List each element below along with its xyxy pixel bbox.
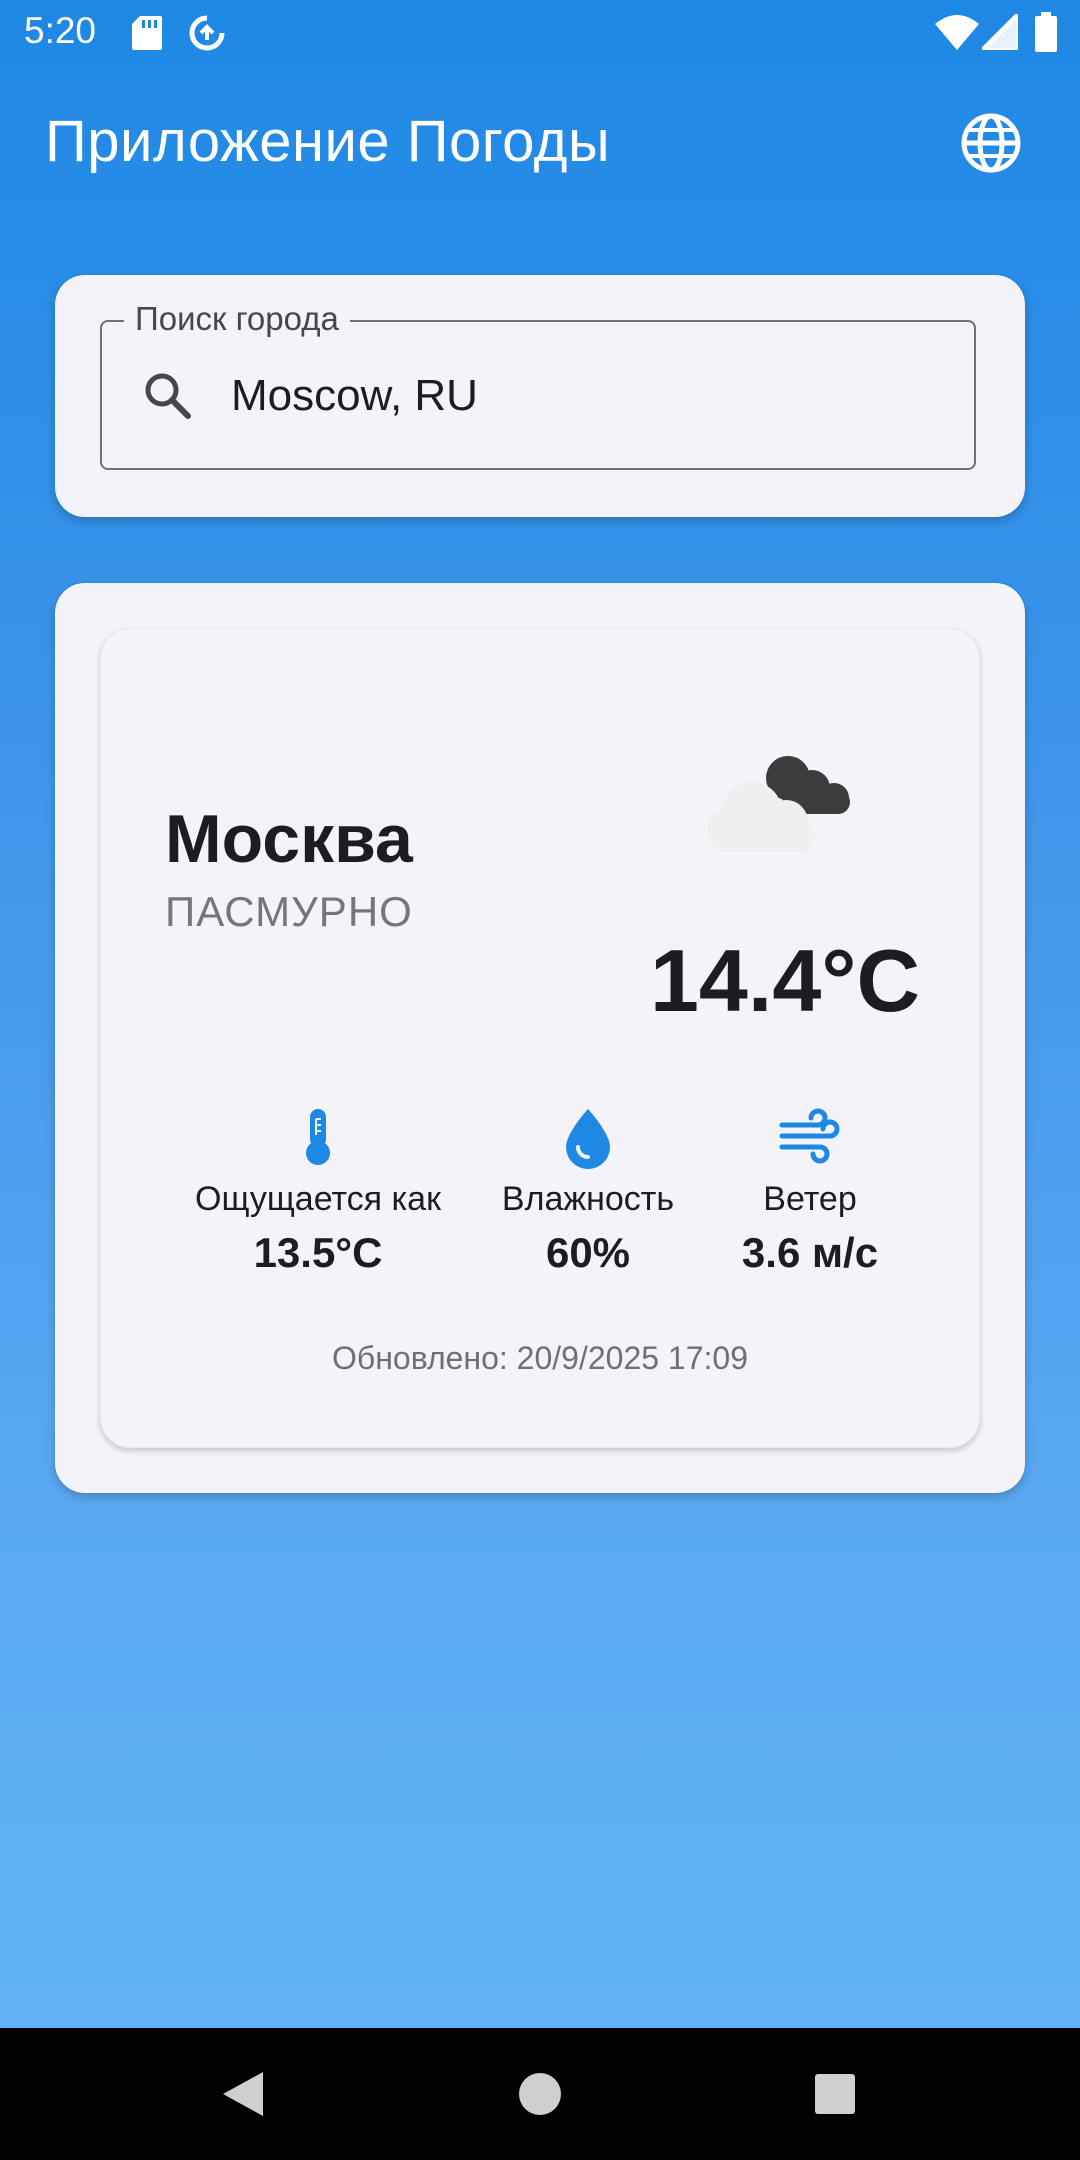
updated-timestamp: Обновлено: 20/9/2025 17:09 [332,1340,748,1376]
metric-label: Ощущается как [195,1180,441,1218]
wind-icon [779,1108,840,1164]
temperature: 14.4°C [649,931,920,1030]
weather-condition: ПАСМУРНО [165,888,413,935]
globe-icon[interactable] [960,112,1022,174]
recents-icon[interactable] [805,2064,865,2124]
metric-label: Ветер [763,1180,857,1218]
navigation-bar [0,2028,1080,2160]
metric-wind: Ветер 3.6 м/с [680,1105,940,1277]
status-bar: 5:20 [0,0,1080,66]
home-icon[interactable] [510,2064,570,2124]
data-saver-icon [189,15,225,51]
metric-label: Влажность [501,1180,675,1218]
metric-value: 60% [545,1229,631,1276]
city-name: Москва [165,801,413,877]
app-screen: 5:20 Приложение Погоды Поиск города Mosc… [0,0,1080,2160]
battery-icon [1035,12,1057,52]
search-icon [145,373,191,419]
sd-card-icon [132,16,162,50]
search-input[interactable] [231,371,931,421]
overcast-clouds-icon [708,756,850,852]
metric-feels-like: Ощущается как 13.5°C [188,1105,448,1277]
search-field[interactable]: Поиск города [100,300,976,470]
search-card: Поиск города [55,275,1025,517]
wifi-icon [935,15,979,50]
signal-icon [982,14,1018,50]
water-drop-icon [566,1109,610,1169]
metric-humidity: Влажность 60% [458,1105,718,1277]
metric-value: 3.6 м/с [741,1229,879,1276]
status-time: 5:20 [24,10,97,51]
thermometer-icon [306,1109,330,1165]
search-label: Поиск города [124,300,350,338]
back-icon[interactable] [213,2064,273,2124]
app-title: Приложение Погоды [45,109,611,174]
metric-value: 13.5°C [253,1229,383,1276]
